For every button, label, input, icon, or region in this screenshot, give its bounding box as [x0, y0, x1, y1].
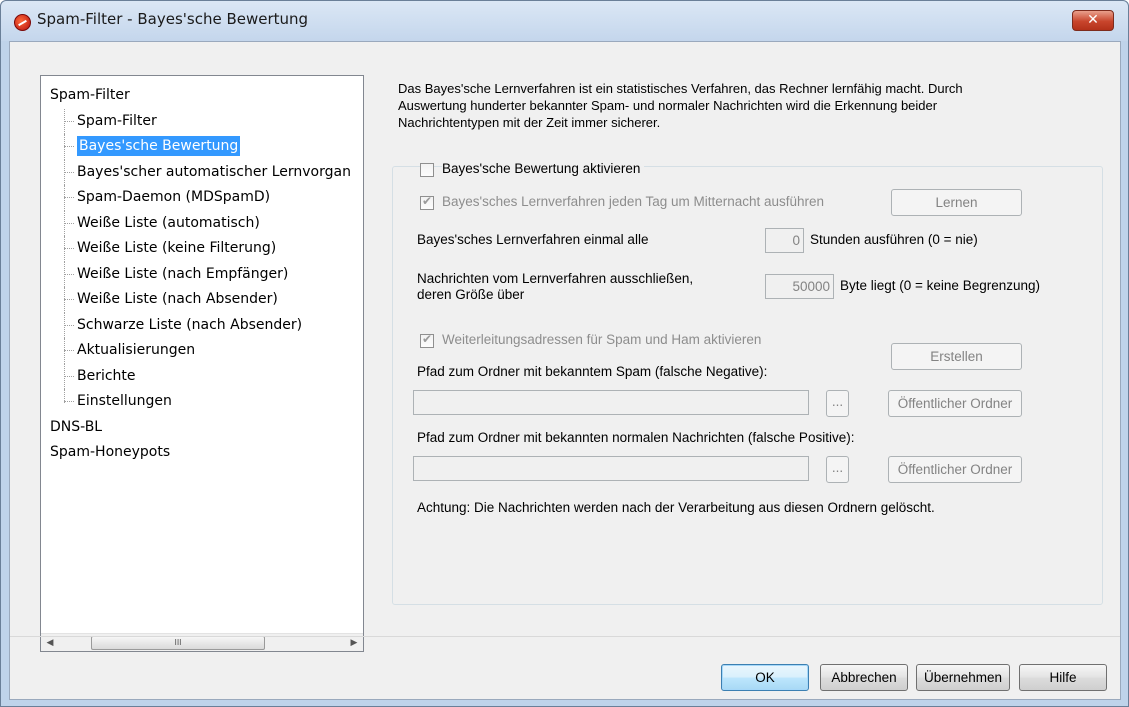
window-title: Spam-Filter - Bayes'sche Bewertung — [37, 10, 309, 28]
tree-item-bayes-bewertung[interactable]: Bayes'sche Bewertung — [41, 134, 363, 160]
tree-item-settings[interactable]: Einstellungen — [41, 389, 363, 415]
exclude-size-label-line2: deren Größe über — [417, 287, 525, 302]
interval-suffix-label: Stunden ausführen (0 = nie) — [810, 232, 978, 247]
tree-item-spam-honeypots[interactable]: Spam-Honeypots — [41, 440, 363, 466]
tree-item-bayes-auto-learning[interactable]: Bayes'scher automatischer Lernvorgan — [41, 159, 363, 186]
enable-bayes-checkbox[interactable] — [420, 163, 434, 177]
create-button[interactable]: Erstellen — [891, 343, 1022, 370]
description-text: Das Bayes'sche Lernverfahren ist ein sta… — [398, 81, 963, 130]
tree-item-spam-daemon[interactable]: Spam-Daemon (MDSpamD) — [41, 185, 363, 211]
scroll-thumb[interactable]: III — [91, 636, 265, 650]
tree-item-whitelist-no-filter[interactable]: Weiße Liste (keine Filterung) — [41, 236, 363, 262]
spam-path-browse-button[interactable]: ... — [826, 390, 849, 417]
ham-path-browse-button[interactable]: ... — [826, 456, 849, 483]
tree-item-spam-filter-root[interactable]: Spam-Filter — [41, 83, 363, 109]
ham-path-label: Pfad zum Ordner mit bekannten normalen N… — [417, 430, 855, 445]
tree-item-whitelist-recipient[interactable]: Weiße Liste (nach Empfänger) — [41, 261, 363, 288]
enable-bayes-label[interactable]: Bayes'sche Bewertung aktivieren — [442, 161, 645, 176]
spam-path-input[interactable] — [413, 390, 809, 415]
ok-button[interactable]: OK — [721, 664, 809, 691]
tree-item-updates[interactable]: Aktualisierungen — [41, 338, 363, 364]
navigation-tree[interactable]: Spam-Filter Spam-Filter Bayes'sche Bewer… — [40, 75, 364, 652]
forwarding-addresses-checkbox[interactable] — [420, 332, 434, 348]
midnight-learning-label[interactable]: Bayes'sches Lernverfahren jeden Tag um M… — [442, 194, 824, 209]
title-bar[interactable]: Spam-Filter - Bayes'sche Bewertung ✕ — [1, 1, 1128, 41]
interval-label: Bayes'sches Lernverfahren einmal alle — [417, 232, 649, 247]
deletion-warning-note: Achtung: Die Nachrichten werden nach der… — [417, 500, 935, 515]
tree-item-reports[interactable]: Berichte — [41, 363, 363, 390]
close-button[interactable]: ✕ — [1072, 10, 1114, 31]
ham-path-input[interactable] — [413, 456, 809, 481]
tree-item-blacklist-sender[interactable]: Schwarze Liste (nach Absender) — [41, 312, 363, 339]
footer-separator — [10, 636, 1120, 637]
spam-public-folder-button[interactable]: Öffentlicher Ordner — [888, 390, 1022, 417]
tree-item-whitelist-auto[interactable]: Weiße Liste (automatisch) — [41, 210, 363, 237]
tree-item-whitelist-sender[interactable]: Weiße Liste (nach Absender) — [41, 287, 363, 313]
tree-item-dns-bl[interactable]: DNS-BL — [41, 415, 363, 441]
ham-public-folder-button[interactable]: Öffentlicher Ordner — [888, 456, 1022, 483]
mdaemon-app-icon — [14, 14, 31, 31]
tree-item-spam-filter[interactable]: Spam-Filter — [41, 108, 363, 135]
spam-path-label: Pfad zum Ordner mit bekanntem Spam (fals… — [417, 364, 768, 379]
help-button[interactable]: Hilfe — [1019, 664, 1107, 691]
interval-hours-input[interactable]: 0 — [765, 228, 804, 253]
dialog-client-area: Spam-Filter Spam-Filter Bayes'sche Bewer… — [9, 41, 1121, 700]
exclude-size-suffix-label: Byte liegt (0 = keine Begrenzung) — [840, 278, 1040, 293]
dialog-window: Spam-Filter - Bayes'sche Bewertung ✕ Spa… — [0, 0, 1129, 707]
midnight-learning-checkbox[interactable] — [420, 194, 434, 210]
exclude-size-input[interactable]: 50000 — [765, 274, 834, 299]
forwarding-addresses-label[interactable]: Weiterleitungsadressen für Spam und Ham … — [442, 332, 761, 347]
exclude-size-label-line1: Nachrichten vom Lernverfahren ausschließ… — [417, 271, 694, 286]
cancel-button[interactable]: Abbrechen — [820, 664, 908, 691]
learn-button[interactable]: Lernen — [891, 189, 1022, 216]
apply-button[interactable]: Übernehmen — [916, 664, 1010, 691]
